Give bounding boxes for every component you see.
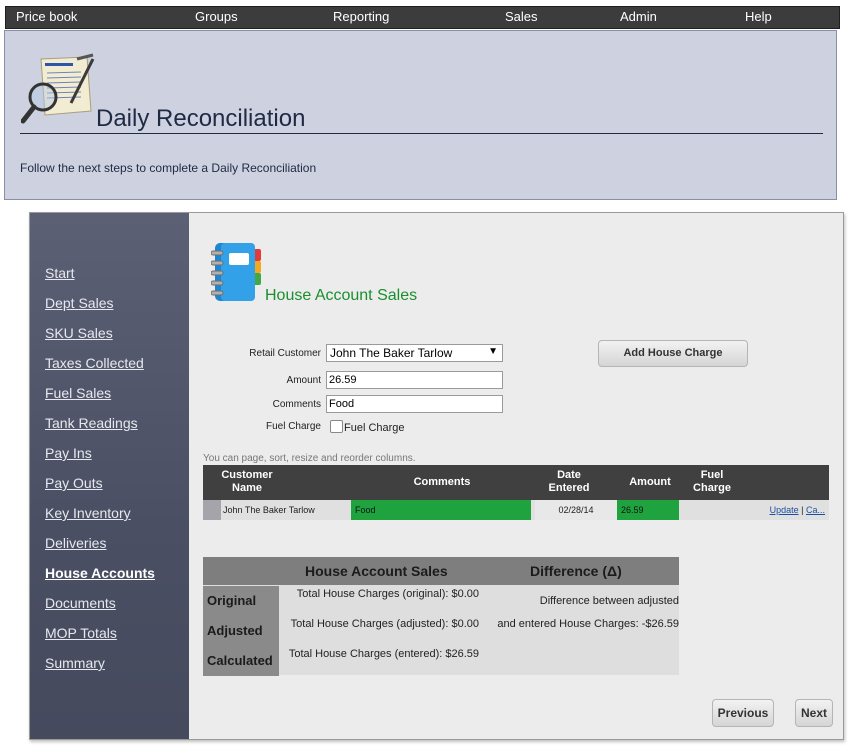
col-comments[interactable]: Comments (352, 476, 532, 489)
amount-label: Amount (286, 375, 321, 386)
cell-customer: John The Baker Tarlow (223, 505, 315, 515)
nav-sales[interactable]: Sales (505, 9, 538, 24)
page-subtitle: Follow the next steps to complete a Dail… (20, 161, 317, 175)
action-separator: | (801, 505, 804, 515)
col-customer-name[interactable]: Customer Name (217, 469, 277, 495)
document-magnifier-icon (21, 53, 95, 124)
nav-help[interactable]: Help (745, 9, 772, 24)
previous-button[interactable]: Previous (712, 699, 774, 727)
fuel-charge-checkbox[interactable] (330, 420, 343, 433)
amount-input[interactable] (326, 371, 503, 389)
summary-original-a: Total House Charges (original): $0.00 (296, 588, 479, 600)
summary-row-calculated: Calculated (203, 646, 279, 676)
sidebar-item-pay-outs[interactable]: Pay Outs (45, 475, 103, 491)
col-date-entered[interactable]: Date Entered (537, 469, 601, 495)
update-link[interactable]: Update (770, 505, 799, 515)
nav-price-book[interactable]: Price book (16, 9, 77, 24)
chevron-down-icon: ▼ (488, 346, 498, 357)
summary-adjusted-b: and entered House Charges: -$26.59 (497, 618, 679, 630)
sidebar-item-start[interactable]: Start (45, 265, 75, 281)
sidebar-item-documents[interactable]: Documents (45, 595, 116, 611)
sidebar-item-summary[interactable]: Summary (45, 655, 105, 671)
summary-table: House Account Sales Difference (Δ) Origi… (203, 557, 679, 676)
retail-customer-label: Retail Customer (249, 348, 321, 359)
content-area: House Account Sales Retail Customer John… (189, 213, 843, 739)
notebook-icon (211, 243, 261, 301)
col-amount[interactable]: Amount (617, 476, 683, 489)
sidebar-item-house-accounts[interactable]: House Accounts (45, 565, 155, 581)
comments-label: Comments (272, 399, 321, 410)
col-fuel-charge[interactable]: Fuel Charge (683, 469, 741, 495)
cell-amount: 26.59 (617, 500, 679, 520)
header-divider (20, 133, 823, 134)
grid-hint: You can page, sort, resize and reorder c… (203, 453, 416, 464)
row-selector[interactable] (203, 500, 221, 520)
comments-input[interactable] (326, 395, 503, 413)
sidebar-item-key-inventory[interactable]: Key Inventory (45, 505, 131, 521)
summary-calculated-b (481, 647, 679, 677)
main-panel: Start Dept Sales SKU Sales Taxes Collect… (29, 212, 844, 740)
top-nav: Price book Groups Reporting Sales Admin … (5, 6, 840, 29)
summary-calculated-a: Total House Charges (entered): $26.59 (288, 648, 479, 660)
grid-header: Customer Name Comments Date Entered Amou… (203, 465, 829, 500)
page-header: Daily Reconciliation Follow the next ste… (4, 30, 837, 200)
nav-admin[interactable]: Admin (620, 9, 657, 24)
retail-customer-select[interactable]: John The Baker Tarlow ▼ (326, 344, 503, 362)
sidebar: Start Dept Sales SKU Sales Taxes Collect… (30, 213, 189, 739)
fuel-charge-label: Fuel Charge (265, 421, 321, 432)
next-button[interactable]: Next (795, 699, 833, 727)
sidebar-item-mop-totals[interactable]: MOP Totals (45, 625, 117, 641)
table-row[interactable]: John The Baker Tarlow Food 02/28/14 26.5… (203, 500, 829, 520)
summary-adjusted-a: Total House Charges (adjusted): $0.00 (290, 618, 479, 630)
sidebar-item-taxes-collected[interactable]: Taxes Collected (45, 355, 144, 371)
sidebar-item-dept-sales[interactable]: Dept Sales (45, 295, 113, 311)
sidebar-item-fuel-sales[interactable]: Fuel Sales (45, 385, 111, 401)
summary-row-adjusted: Adjusted (203, 616, 279, 646)
cancel-link[interactable]: Ca... (806, 505, 825, 515)
cell-actions: Update | Ca... (749, 500, 829, 520)
summary-header: House Account Sales Difference (Δ) (203, 557, 679, 585)
section-title: House Account Sales (265, 287, 418, 304)
retail-customer-value: John The Baker Tarlow (330, 346, 453, 360)
nav-reporting[interactable]: Reporting (333, 9, 389, 24)
cell-fuel-charge (679, 500, 749, 520)
sidebar-item-pay-ins[interactable]: Pay Ins (45, 445, 92, 461)
page-title: Daily Reconciliation (96, 105, 306, 132)
add-house-charge-button[interactable]: Add House Charge (598, 340, 748, 367)
sidebar-item-sku-sales[interactable]: SKU Sales (45, 325, 113, 341)
cell-comments: Food (351, 500, 531, 520)
summary-row-original: Original (203, 586, 279, 616)
nav-groups[interactable]: Groups (195, 9, 238, 24)
sidebar-item-tank-readings[interactable]: Tank Readings (45, 415, 138, 431)
fuel-charge-checkbox-label[interactable]: Fuel Charge (344, 422, 405, 434)
summary-col-house-account-sales: House Account Sales (305, 563, 448, 579)
summary-col-difference: Difference (Δ) (530, 563, 622, 579)
cell-date: 02/28/14 (535, 500, 617, 520)
sidebar-item-deliveries[interactable]: Deliveries (45, 535, 106, 551)
house-charges-grid: Customer Name Comments Date Entered Amou… (203, 465, 829, 520)
